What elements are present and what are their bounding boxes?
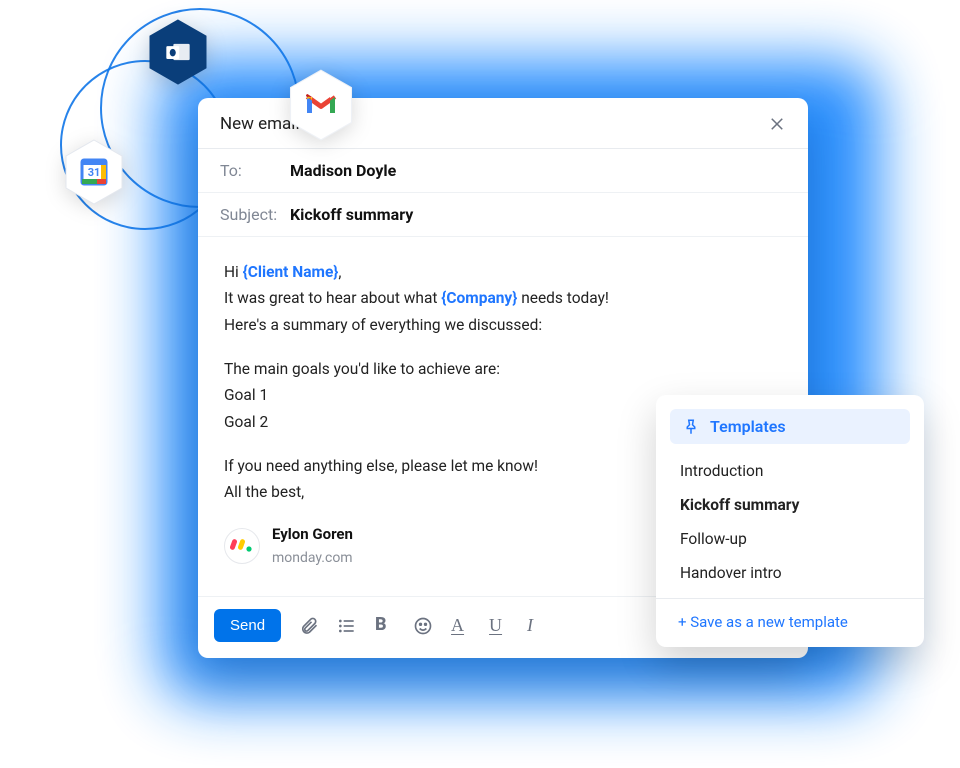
gmail-icon [288,68,354,142]
send-button[interactable]: Send [214,609,281,642]
outlook-icon [148,18,208,86]
body-text: Hi [224,263,243,281]
pin-icon [682,418,700,436]
templates-popover: Templates Introduction Kickoff summary F… [656,395,924,647]
to-label: To: [220,161,280,180]
subject-row[interactable]: Subject: Kickoff summary [198,193,808,237]
template-item[interactable]: Follow-up [670,522,910,556]
google-calendar-icon: 31 [64,138,124,206]
bullet-list-icon[interactable] [337,616,357,636]
bold-icon[interactable]: B [375,616,395,636]
body-text: , [338,263,341,281]
body-text: The main goals you'd like to achieve are… [224,356,782,382]
save-template-link[interactable]: + Save as a new template [670,609,910,635]
subject-value: Kickoff summary [290,205,413,224]
svg-text:31: 31 [88,166,101,179]
template-item[interactable]: Kickoff summary [670,488,910,522]
body-text: needs today! [517,289,609,307]
templates-title: Templates [710,417,786,436]
signature-name: Eylon Goren [272,522,353,548]
to-row[interactable]: To: Madison Doyle [198,149,808,193]
divider [656,598,924,599]
subject-label: Subject: [220,205,280,224]
monday-logo-icon [224,528,260,564]
placeholder-company: {Company} [441,289,517,307]
emoji-icon[interactable] [413,616,433,636]
template-item[interactable]: Handover intro [670,556,910,590]
templates-list: Introduction Kickoff summary Follow-up H… [670,454,910,590]
text-color-icon[interactable]: A [451,616,471,636]
body-text: Here's a summary of everything we discus… [224,312,782,338]
templates-header[interactable]: Templates [670,409,910,444]
attachment-icon[interactable] [299,616,319,636]
italic-icon[interactable]: I [527,616,547,636]
close-icon[interactable] [768,115,786,133]
underline-icon[interactable]: U [489,616,509,636]
signature-company: monday.com [272,547,353,571]
template-item[interactable]: Introduction [670,454,910,488]
body-text: It was great to hear about what [224,289,441,307]
placeholder-client-name: {Client Name} [243,263,339,281]
to-value: Madison Doyle [290,161,396,180]
